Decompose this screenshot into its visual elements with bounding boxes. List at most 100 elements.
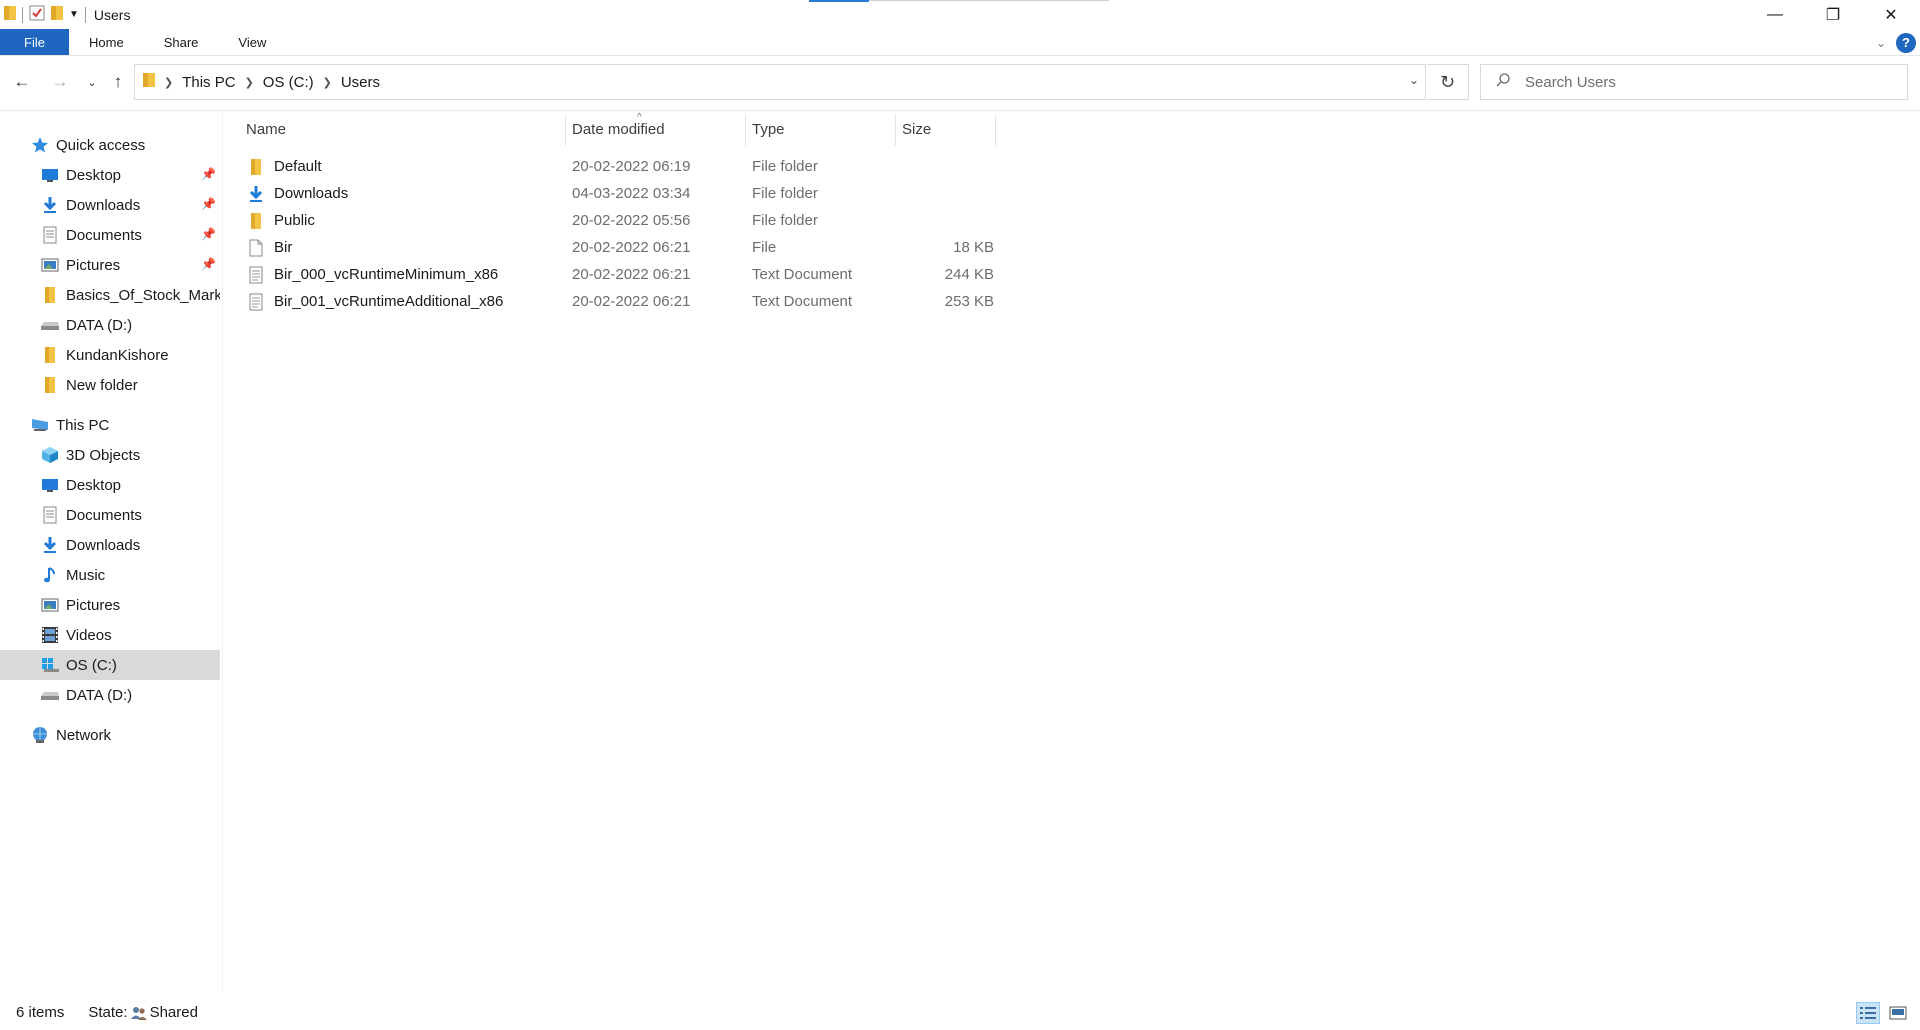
search-input[interactable] (1525, 73, 1885, 91)
star-icon (30, 135, 50, 155)
file-row-default[interactable]: Default 20-02-2022 06:19 File folder (242, 153, 996, 180)
navigation-pane: Quick access Desktop 📌 Downloads 📌 Docum… (0, 130, 222, 990)
search-box[interactable] (1480, 64, 1908, 100)
file-name-cell: Public (246, 207, 315, 234)
recent-locations-icon[interactable]: ⌄ (80, 70, 104, 94)
sidebar-item-3d-objects[interactable]: 3D Objects (0, 440, 220, 470)
sidebar-item-label: Pictures (66, 256, 121, 274)
tab-share[interactable]: Share (144, 29, 219, 55)
sidebar-item-label: Basics_Of_Stock_Market (66, 286, 220, 304)
this-pc-label: This PC (56, 416, 110, 434)
tab-view[interactable]: View (218, 29, 286, 55)
file-name: Downloads (274, 185, 349, 202)
pictures-icon (40, 595, 60, 615)
sidebar-item-label: Desktop (66, 476, 122, 494)
pin-icon[interactable]: 📌 (201, 227, 216, 241)
file-size (902, 180, 994, 207)
help-button[interactable]: ? (1896, 32, 1916, 53)
file-type: File (752, 239, 777, 256)
file-row-bir-000[interactable]: Bir_000_vcRuntimeMinimum_x86 20-02-2022 … (242, 261, 996, 288)
close-button[interactable]: ✕ (1862, 0, 1920, 29)
column-header-size[interactable]: Size (898, 112, 988, 146)
sidebar-item-downloads[interactable]: Downloads 📌 (0, 190, 220, 220)
file-size: 253 KB (944, 293, 994, 310)
sidebar-item-desktop[interactable]: Desktop 📌 (0, 160, 220, 190)
file-date: 20-02-2022 06:21 (572, 266, 691, 283)
title-accent-line (869, 0, 1109, 1)
file-date: 20-02-2022 06:19 (572, 158, 691, 175)
3d-objects-icon (40, 445, 60, 465)
sidebar-item-kundankishore[interactable]: KundanKishore (0, 340, 220, 370)
sidebar-item-data-d[interactable]: DATA (D:) (0, 310, 220, 340)
pin-icon[interactable]: 📌 (201, 197, 216, 211)
expand-ribbon-icon[interactable]: ⌄ (1876, 36, 1886, 50)
pin-icon[interactable]: 📌 (201, 167, 216, 181)
customize-toolbar-icon[interactable]: ▼ (69, 9, 79, 20)
documents-icon (40, 225, 60, 245)
large-icons-view-icon[interactable] (1886, 1002, 1910, 1024)
chevron-right-icon[interactable]: ❯ (164, 76, 173, 89)
windows-drive-icon (40, 655, 60, 675)
file-row-bir-001[interactable]: Bir_001_vcRuntimeAdditional_x86 20-02-20… (242, 288, 996, 315)
maximize-button[interactable]: ❐ (1804, 0, 1862, 29)
breadcrumb-this-pc[interactable]: This PC (182, 74, 235, 91)
column-divider[interactable] (745, 114, 746, 146)
column-divider[interactable] (565, 114, 566, 146)
sidebar-item-basics-of-stock-market[interactable]: Basics_Of_Stock_Market (0, 280, 220, 310)
file-row-public[interactable]: Public 20-02-2022 05:56 File folder (242, 207, 996, 234)
sidebar-item-downloads[interactable]: Downloads (0, 530, 220, 560)
chevron-right-icon[interactable]: ❯ (245, 76, 254, 89)
quick-access-item[interactable]: Quick access (0, 130, 220, 160)
column-header-type[interactable]: Type (748, 112, 888, 146)
back-arrow-icon[interactable]: ← (10, 70, 34, 94)
sidebar-item-network[interactable]: Network (0, 720, 220, 750)
sidebar-item-music[interactable]: Music (0, 560, 220, 590)
file-row-bir[interactable]: Bir 20-02-2022 06:21 File 18 KB (242, 234, 996, 261)
refresh-icon[interactable]: ↻ (1427, 64, 1469, 100)
sidebar-item-os-c[interactable]: OS (C:) (0, 650, 220, 680)
breadcrumb-users[interactable]: Users (341, 74, 380, 91)
desktop-icon (40, 475, 60, 495)
column-header-name[interactable]: Name (242, 112, 562, 146)
tab-file[interactable]: File (0, 29, 69, 55)
file-name-cell: Bir_000_vcRuntimeMinimum_x86 (246, 261, 498, 288)
sidebar-item-pictures[interactable]: Pictures 📌 (0, 250, 220, 280)
search-icon (1495, 72, 1511, 92)
file-row-downloads[interactable]: Downloads 04-03-2022 03:34 File folder (242, 180, 996, 207)
column-header-date-modified[interactable]: Date modified (568, 112, 738, 146)
window-controls: — ❐ ✕ (1746, 0, 1920, 29)
sidebar-divider (222, 112, 223, 992)
column-divider[interactable] (995, 114, 996, 146)
chevron-right-icon[interactable]: ❯ (323, 76, 332, 89)
details-view-icon[interactable] (1856, 1002, 1880, 1024)
sidebar-item-desktop[interactable]: Desktop (0, 470, 220, 500)
tab-home[interactable]: Home (69, 29, 144, 55)
up-arrow-icon[interactable]: ↑ (106, 70, 130, 94)
minimize-button[interactable]: — (1746, 0, 1804, 29)
sidebar-item-label: Downloads (66, 196, 141, 214)
properties-icon[interactable] (29, 5, 45, 25)
pin-icon[interactable]: 📌 (201, 257, 216, 271)
sidebar-item-documents[interactable]: Documents 📌 (0, 220, 220, 250)
sidebar-item-documents[interactable]: Documents (0, 500, 220, 530)
file-name: Bir_001_vcRuntimeAdditional_x86 (274, 293, 504, 310)
sidebar-item-videos[interactable]: Videos (0, 620, 220, 650)
documents-icon (40, 505, 60, 525)
address-dropdown-icon[interactable]: ⌄ (1409, 73, 1419, 87)
sidebar-item-data-d[interactable]: DATA (D:) (0, 680, 220, 710)
sidebar-item-new-folder[interactable]: New folder (0, 370, 220, 400)
file-name: Default (274, 158, 322, 175)
text-document-icon (246, 265, 266, 285)
folder-icon (246, 157, 266, 177)
breadcrumb-os-c[interactable]: OS (C:) (263, 74, 314, 91)
column-divider[interactable] (895, 114, 896, 146)
sidebar-item-pictures[interactable]: Pictures (0, 590, 220, 620)
state-value: Shared (149, 1004, 198, 1021)
quick-access-toolbar: ▼ (0, 5, 86, 25)
forward-arrow-icon[interactable]: → (48, 70, 72, 94)
sidebar-item-label: Documents (66, 506, 142, 524)
new-folder-icon[interactable] (51, 5, 63, 25)
address-bar[interactable]: ❯ This PC ❯ OS (C:) ❯ Users ⌄ (134, 64, 1426, 100)
folder-icon (4, 5, 16, 25)
sidebar-item-this-pc[interactable]: This PC (0, 410, 220, 440)
